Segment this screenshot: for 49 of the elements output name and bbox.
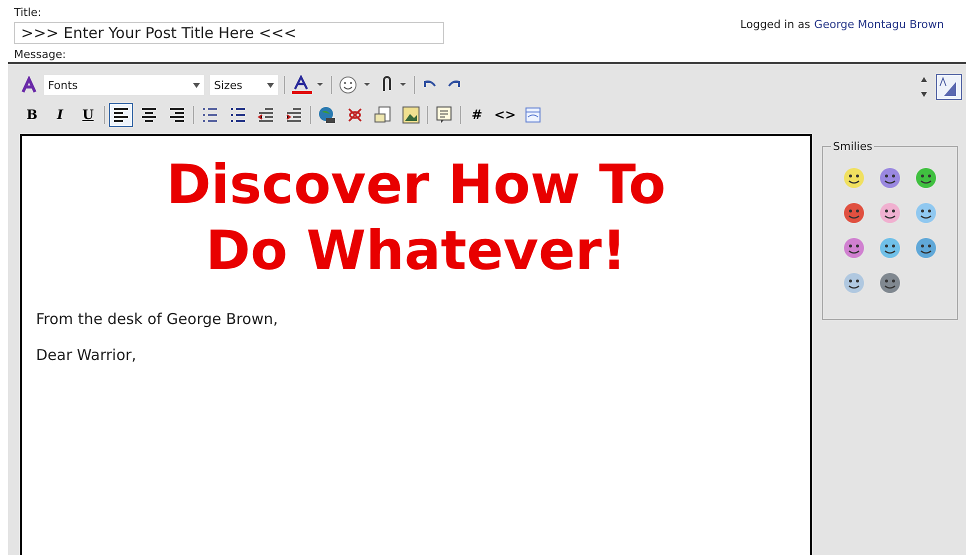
align-left-icon: [112, 106, 130, 124]
dropdown-label: Fonts: [48, 78, 78, 92]
paragraph-text: Dear Warrior,: [36, 346, 138, 364]
format-button[interactable]: <>: [493, 103, 517, 127]
smiley-icon[interactable]: [915, 237, 937, 259]
text-color-icon[interactable]: [291, 75, 325, 95]
smiley-icon[interactable]: [843, 167, 865, 189]
sizes-dropdown[interactable]: Sizes: [210, 75, 278, 95]
smiley-icon[interactable]: [843, 202, 865, 224]
caret-icon: [193, 82, 200, 88]
resize-arrows-icon[interactable]: [920, 76, 928, 98]
title-label: Title:: [14, 6, 42, 20]
smiley-icon[interactable]: [338, 75, 372, 95]
unlink-icon: [346, 106, 364, 124]
smiley-icon[interactable]: [879, 167, 901, 189]
dropdown-label: Sizes: [214, 78, 242, 92]
message-editor[interactable]: Discover How To Do Whatever! From the desk of George Brown, Dear Warrior,: [20, 134, 812, 555]
fonts-dropdown[interactable]: Fonts: [44, 75, 204, 95]
smiley-icon[interactable]: [879, 272, 901, 294]
indent-icon: [285, 106, 303, 124]
headline-text: Do Whatever!: [206, 218, 626, 284]
smiley-icon[interactable]: [915, 202, 937, 224]
smiley-icon[interactable]: [915, 167, 937, 189]
paragraph-text: From the desk of George Brown,: [36, 310, 279, 328]
caret-icon: [267, 82, 274, 88]
mode-toggle-icon[interactable]: [936, 74, 962, 100]
outdent-icon: [257, 106, 275, 124]
align-center-icon: [140, 106, 158, 124]
smiley-icon[interactable]: [879, 237, 901, 259]
style-icon[interactable]: [20, 76, 38, 94]
smilies-legend: Smilies: [831, 140, 874, 153]
format-button[interactable]: #: [465, 103, 489, 127]
title-input[interactable]: >>> Enter Your Post Title Here <<<: [14, 22, 444, 44]
format-button[interactable]: U: [76, 103, 100, 127]
message-label: Message:: [14, 48, 66, 62]
smiley-icon[interactable]: [843, 272, 865, 294]
align-left-button[interactable]: [109, 103, 133, 127]
image-icon: [402, 106, 420, 124]
align-right-icon: [168, 106, 186, 124]
numbered-list-icon: [201, 106, 219, 124]
format-button[interactable]: I: [48, 103, 72, 127]
headline-text: Discover How To: [166, 152, 666, 218]
user-link[interactable]: George Montagu Brown: [814, 18, 944, 62]
smiley-icon[interactable]: [843, 237, 865, 259]
login-text: Logged in as: [740, 18, 810, 33]
smiley-icon[interactable]: [879, 202, 901, 224]
quote-icon: [435, 106, 453, 124]
format-button[interactable]: B: [20, 103, 44, 127]
bullet-list-icon: [229, 106, 247, 124]
